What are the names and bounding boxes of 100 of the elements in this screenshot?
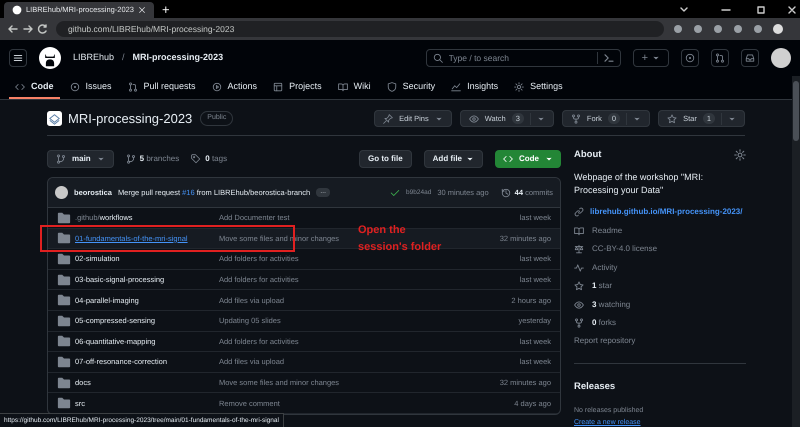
repo-tab[interactable]: Issues <box>64 76 118 99</box>
pull-request-icon <box>128 82 138 92</box>
check-icon <box>390 188 400 198</box>
folder-icon <box>57 210 71 225</box>
repo-tab[interactable]: Security <box>380 76 442 99</box>
branch-icon <box>56 154 66 164</box>
menu-icon <box>13 53 23 63</box>
pin-icon <box>383 114 394 124</box>
folder-icon <box>57 293 71 308</box>
settings-icon <box>514 82 524 92</box>
settings-icon <box>734 149 746 162</box>
repo-tab[interactable]: Wiki <box>332 76 377 99</box>
annotation-text: Open the session's folder <box>358 223 442 255</box>
branch-icon <box>126 154 136 164</box>
website-link[interactable]: librehub.github.io/MRI-processing-2023/ <box>574 206 746 218</box>
code-icon <box>15 82 25 92</box>
inbox-button[interactable] <box>741 49 759 67</box>
caret-icon <box>96 155 105 163</box>
folder-icon <box>57 231 71 246</box>
circle-dot-icon <box>70 82 80 92</box>
star-icon <box>574 281 584 292</box>
search-icon <box>432 53 443 63</box>
window-controls-icon[interactable] <box>680 6 796 14</box>
code-icon <box>503 154 513 164</box>
eye-icon <box>574 300 584 310</box>
search-input[interactable]: Type / to search <box>448 52 591 64</box>
search-field[interactable]: Type / to search <box>426 49 621 67</box>
releases-heading: Releases <box>574 380 616 394</box>
about-heading: About <box>574 148 602 162</box>
header-icon-button[interactable] <box>681 49 699 67</box>
about-item-text: CC-BY-4.0 license <box>592 243 658 256</box>
play-icon <box>212 82 222 92</box>
about-item[interactable]: 3 watching <box>574 298 746 311</box>
repo-tab[interactable]: Settings <box>508 76 569 99</box>
folder-icon <box>57 252 71 266</box>
history-icon <box>500 188 511 198</box>
repo-logo-icon <box>47 111 62 126</box>
about-item-text: 0 forks <box>592 317 616 330</box>
about-item-text: 1 star <box>592 280 612 292</box>
folder-icon <box>57 272 71 287</box>
repo-description: Webpage of the workshop "MRI: Processing your Data" <box>574 171 704 198</box>
repo-link[interactable]: MRI-processing-2023 <box>132 51 224 65</box>
circle-dot-icon <box>685 53 695 63</box>
about-item[interactable]: Readme <box>574 224 746 237</box>
pulse-icon <box>574 262 584 273</box>
repo-tab[interactable]: Projects <box>267 76 328 99</box>
add-file-button[interactable]: Add file <box>424 150 483 168</box>
owner-link[interactable]: LIBREhub <box>73 51 114 65</box>
repo-name[interactable]: MRI-processing-2023 <box>68 108 192 128</box>
close-icon[interactable] <box>138 6 146 14</box>
folder-icon <box>57 376 71 390</box>
about-item[interactable]: 0 forks <box>574 317 746 330</box>
branch-button[interactable]: main <box>47 150 114 168</box>
scrollbar-thumb[interactable] <box>793 81 799 141</box>
repo-tab[interactable]: Insights <box>445 76 504 99</box>
eye-icon <box>468 114 479 124</box>
about-item-text: 3 watching <box>592 298 630 311</box>
shield-icon <box>386 82 397 92</box>
repo-tab[interactable]: Pull requests <box>122 76 202 99</box>
tag-icon <box>191 154 202 164</box>
avatar-icon <box>55 186 68 199</box>
menu-button[interactable] <box>9 49 27 67</box>
pull-request-icon <box>715 53 725 63</box>
go-to-file-button[interactable]: Go to file <box>358 150 412 168</box>
folder-icon <box>57 396 71 410</box>
fork-icon <box>570 114 581 124</box>
new-tab-button[interactable]: + <box>162 2 170 18</box>
about-item[interactable]: 1 star <box>574 280 746 292</box>
link-icon <box>574 207 584 218</box>
navigation-arrows-icon[interactable] <box>8 24 48 34</box>
fork-icon <box>574 318 584 328</box>
folder-icon <box>57 354 71 369</box>
url-text: github.com/LIBREhub/MRI-processing-2023 <box>68 22 234 36</box>
branches-count: 5 branches <box>140 153 180 165</box>
header-icon-button[interactable] <box>711 49 729 67</box>
tags-link[interactable]: 0 tags <box>191 153 228 165</box>
code-button[interactable]: Code <box>495 150 561 168</box>
report-link[interactable]: Report repository <box>574 335 746 348</box>
folder-icon <box>57 314 71 328</box>
folder-icon <box>57 334 71 348</box>
book-icon <box>338 82 348 92</box>
graph-icon <box>451 82 462 92</box>
scale-icon <box>574 244 584 254</box>
branches-link[interactable]: 5 branches <box>126 153 180 165</box>
inbox-icon <box>745 53 755 63</box>
about-item-text: Readme <box>592 224 622 237</box>
about-item[interactable]: Activity <box>574 262 746 274</box>
star-icon <box>667 114 678 124</box>
tags-count: 0 tags <box>205 153 228 165</box>
path-separator: / <box>122 51 125 64</box>
caret-icon <box>545 155 553 163</box>
repo-tab[interactable]: Actions <box>206 76 264 99</box>
avatar-icon[interactable] <box>771 48 791 68</box>
create-new-button[interactable]: + <box>632 49 669 67</box>
about-item-text: Activity <box>592 262 618 274</box>
repo-tab[interactable]: Code <box>9 76 60 99</box>
url-field[interactable]: github.com/LIBREhub/MRI-processing-2023 <box>56 21 664 37</box>
command-palette-icon[interactable] <box>604 54 614 62</box>
caret-icon <box>466 155 474 163</box>
about-item[interactable]: CC-BY-4.0 license <box>574 243 746 256</box>
